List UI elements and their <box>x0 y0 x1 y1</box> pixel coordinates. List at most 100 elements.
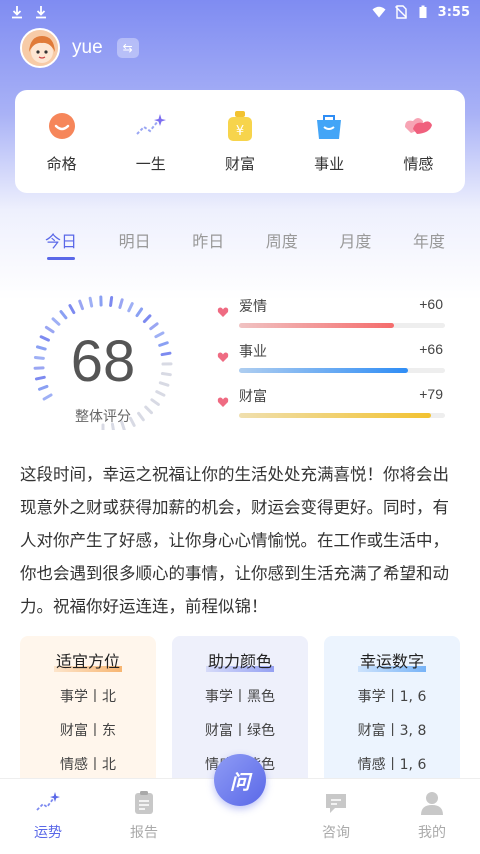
bar-track <box>239 368 445 373</box>
category-label: 情感 <box>403 155 434 173</box>
bar-fill <box>239 413 431 418</box>
score-label: 整体评分 <box>75 409 131 425</box>
category-label: 一生 <box>135 155 166 173</box>
info-card-number: 幸运数字 事学丨1, 6 财富丨3, 8 情感丨1, 6 <box>324 636 460 796</box>
ask-button-label: 问 <box>230 769 250 794</box>
gauge-tick <box>142 314 152 324</box>
info-card-title-text: 适宜方位 <box>55 652 120 671</box>
battery-icon <box>419 5 427 18</box>
gauge-tick <box>78 299 84 311</box>
download-icon <box>12 6 22 19</box>
money-bag-icon: ¥ <box>227 111 252 141</box>
category-caifu[interactable]: ¥ 财富 <box>200 109 280 174</box>
nav-label: 我的 <box>418 825 446 841</box>
category-qinggan[interactable]: 情感 <box>378 109 458 174</box>
info-item: 情感丨1, 6 <box>357 757 427 773</box>
tab-yesterday[interactable]: 昨日 <box>192 228 224 256</box>
nav-report[interactable]: 报告 <box>109 790 179 842</box>
no-sim-icon <box>394 5 407 19</box>
swap-icon: ⇆ <box>122 41 133 55</box>
bar-track <box>239 323 445 328</box>
bar-career: 事业 +66 <box>215 341 445 386</box>
avatar[interactable] <box>20 28 60 68</box>
svg-text:¥: ¥ <box>236 124 244 139</box>
score-value: 68 <box>70 329 136 394</box>
gauge-tick <box>51 317 61 326</box>
heart-icon <box>217 352 229 362</box>
gauge-tick <box>150 398 160 406</box>
bar-track <box>239 413 445 418</box>
category-mingge[interactable]: 命格 <box>22 109 102 174</box>
gauge-tick <box>118 298 124 309</box>
tab-today[interactable]: 今日 <box>45 228 77 260</box>
briefcase-icon <box>317 115 342 139</box>
tab-month[interactable]: 月度 <box>339 228 371 256</box>
bar-fill <box>239 368 408 373</box>
sparkle-line-icon <box>136 114 166 135</box>
tab-tomorrow[interactable]: 明日 <box>119 228 151 256</box>
bar-name: 爱情 <box>239 299 267 315</box>
heart-icon <box>217 397 229 407</box>
tab-week[interactable]: 周度 <box>266 228 298 256</box>
user-header: yue ⇆ <box>20 28 139 68</box>
nav-label: 咨询 <box>322 825 350 841</box>
bar-wealth: 财富 +79 <box>215 386 445 431</box>
info-item: 事学丨北 <box>60 689 116 705</box>
info-card-title: 幸运数字 <box>357 648 426 672</box>
status-time: 3:55 <box>437 4 470 20</box>
gauge-tick <box>68 304 76 315</box>
info-card-title: 适宜方位 <box>53 648 122 672</box>
gauge-tick <box>42 393 53 401</box>
heart-icon <box>217 307 229 317</box>
avatar-image <box>22 30 58 66</box>
category-label: 财富 <box>224 155 255 173</box>
bar-name: 财富 <box>239 389 267 405</box>
info-card-title-text: 助力颜色 <box>207 652 272 671</box>
info-card-title: 助力颜色 <box>205 648 274 672</box>
category-label: 事业 <box>314 155 345 173</box>
report-icon <box>135 791 153 814</box>
fortune-description: 这段时间，幸运之祝福让你的生活处处充满喜悦！你将会出现意外之财或获得加薪的机会，… <box>20 465 449 616</box>
bar-name: 事业 <box>239 344 267 360</box>
gauge-tick <box>59 310 68 320</box>
bar-value: +66 <box>419 341 443 357</box>
score-bars: 爱情 +60 事业 +66 财富 +79 <box>215 296 445 431</box>
category-card: 命格 一生 ¥ 财富 事业 情感 <box>15 90 465 193</box>
person-icon <box>421 792 443 815</box>
info-item: 情感丨北 <box>60 757 116 773</box>
category-shiye[interactable]: 事业 <box>289 109 369 174</box>
username: yue <box>72 37 103 58</box>
info-card-direction: 适宜方位 事学丨北 财富丨东 情感丨北 <box>20 636 156 796</box>
tab-year[interactable]: 年度 <box>413 228 445 256</box>
category-yisheng[interactable]: 一生 <box>111 109 191 174</box>
nav-fortune[interactable]: 运势 <box>13 790 83 842</box>
info-item: 财富丨3, 8 <box>357 723 427 739</box>
nav-label: 报告 <box>130 825 158 841</box>
wifi-icon <box>372 6 386 18</box>
bar-fill <box>239 323 394 328</box>
gauge-tick <box>88 296 94 308</box>
chat-icon <box>326 794 346 813</box>
info-item: 事学丨1, 6 <box>357 689 427 705</box>
gauge-tick <box>109 296 114 307</box>
bar-value: +79 <box>419 386 443 402</box>
download-icon <box>36 6 46 19</box>
info-item: 事学丨黑色 <box>205 689 275 705</box>
face-icon <box>48 113 75 139</box>
info-item: 财富丨东 <box>60 723 116 739</box>
nav-consult[interactable]: 咨询 <box>301 790 371 842</box>
sparkle-line-icon <box>36 792 60 811</box>
switch-user-button[interactable]: ⇆ <box>116 38 139 58</box>
period-tabs: 今日 明日 昨日 周度 月度 年度 <box>45 228 445 260</box>
gauge-tick <box>127 302 134 313</box>
hearts-icon <box>405 118 433 134</box>
bar-love: 爱情 +60 <box>215 296 445 341</box>
info-card-title-text: 幸运数字 <box>359 652 424 671</box>
gauge-tick <box>135 307 144 318</box>
nav-label: 运势 <box>34 825 62 841</box>
status-bar: 3:55 <box>0 0 480 24</box>
category-label: 命格 <box>46 155 77 173</box>
ask-button[interactable]: 问 <box>214 754 266 806</box>
nav-mine[interactable]: 我的 <box>397 790 467 842</box>
bar-value: +60 <box>419 296 443 312</box>
